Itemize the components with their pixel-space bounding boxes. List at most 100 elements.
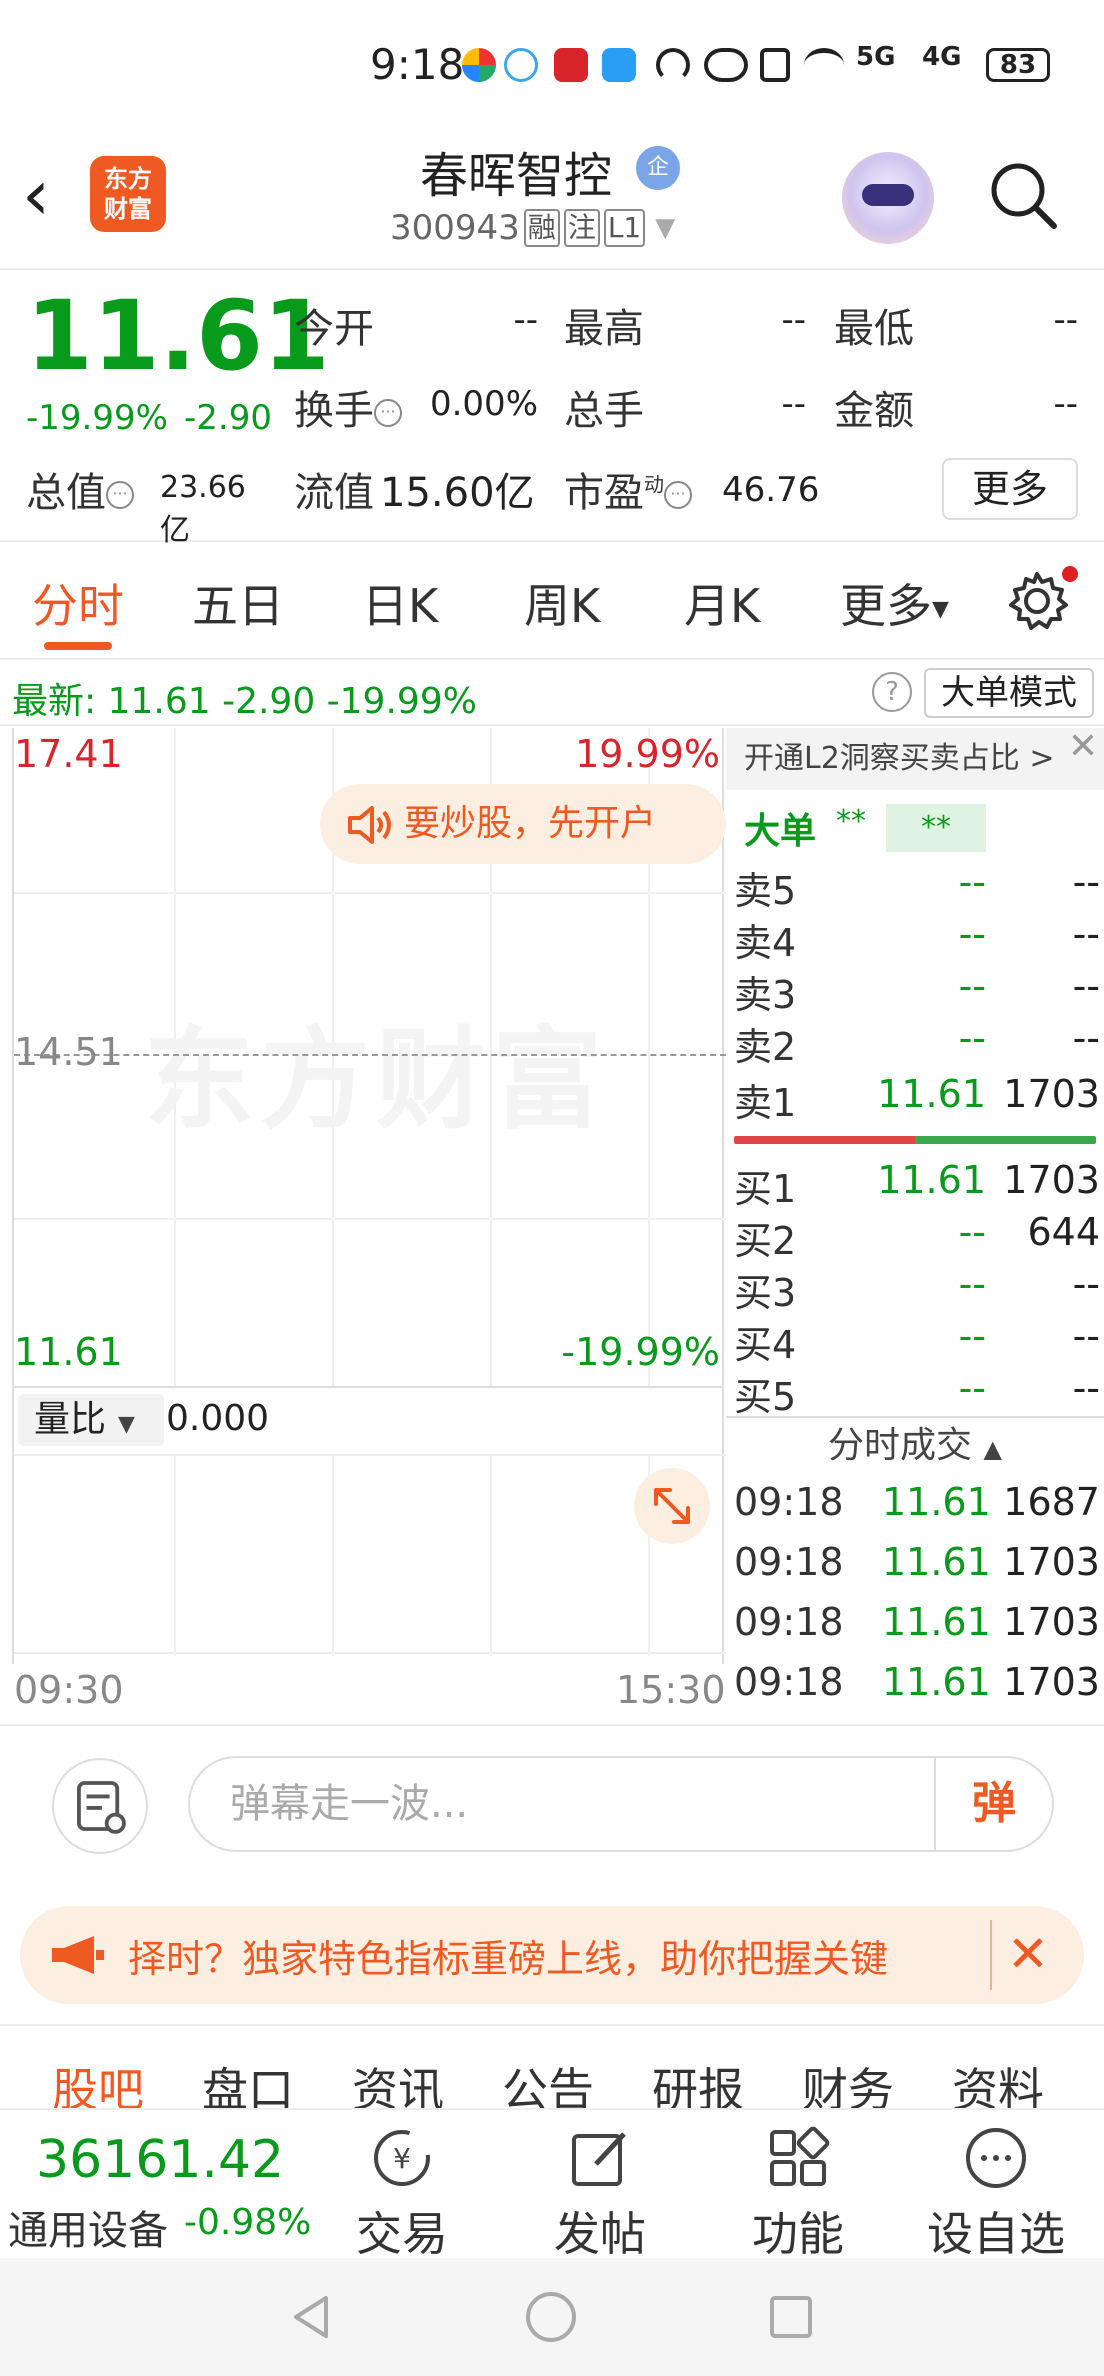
l2-upgrade-link[interactable]: 开通L2洞察买卖占比 > (726, 728, 1104, 790)
tab-monthly-k[interactable]: 月K (684, 570, 760, 636)
edit-icon (572, 2132, 626, 2186)
search-icon[interactable] (988, 160, 1058, 230)
wifi-icon (804, 48, 844, 82)
trade-row: 09:18 11.61 1703 (734, 1660, 1100, 1704)
tab-daily-k[interactable]: 日K (362, 570, 438, 636)
buy-sell-ratio-bar (734, 1136, 1096, 1144)
battery-icon: 83 (986, 48, 1050, 82)
high-value: -- (781, 300, 806, 340)
indicator-selector[interactable]: 量比 ▼ (18, 1394, 164, 1446)
grid-line (14, 1218, 726, 1220)
volume-ratio-chart[interactable]: 量比 ▼ 0.000 (12, 1386, 726, 1664)
close-banner-icon[interactable]: ✕ (990, 1920, 1064, 1990)
big-order-mode-button[interactable]: 大单模式 (924, 668, 1094, 718)
grid-line (14, 892, 726, 894)
nav-post[interactable]: 发帖 (520, 2124, 680, 2261)
turnover-label: 换手 ··· (294, 378, 402, 436)
more-dots-icon (966, 2128, 1026, 2188)
index-name: 通用设备 (8, 2208, 168, 2254)
stock-code-row[interactable]: 300943 融 注 L1 ▼ (390, 208, 675, 248)
bottom-bar: 36161.42 通用设备 -0.98% ¥ 交易 发帖 功能 设自选 (0, 2108, 1104, 2261)
open-account-promo[interactable]: 要炒股，先开户 (320, 784, 726, 864)
info-icon[interactable]: ··· (374, 399, 402, 427)
quote-panel: 11.61 -19.99% -2.90 今开 -- 最高 -- 最低 -- 换手… (0, 272, 1104, 548)
nav-add-watchlist[interactable]: 设自选 (916, 2124, 1076, 2261)
volume-label: 总手 (564, 388, 644, 434)
promo-banner[interactable]: 择时？独家特色指标重磅上线，助你把握关键 ✕ (20, 1906, 1084, 2004)
pe-value: 46.76 (722, 470, 820, 510)
system-back-icon[interactable] (286, 2292, 336, 2342)
app-logo[interactable]: 东方 财富 (90, 156, 166, 232)
logo-line-1: 东方 (104, 165, 152, 193)
info-icon[interactable]: ··· (106, 481, 134, 509)
trades-header[interactable]: 分时成交 ▲ (726, 1416, 1104, 1472)
latest-quote: 最新: 11.61 -2.90 -19.99% (12, 681, 477, 722)
gear-icon[interactable] (1006, 570, 1068, 632)
bid-row: 买5 -- -- (734, 1366, 1100, 1419)
speaker-icon (348, 806, 391, 844)
big-order-ratio: ** (886, 804, 986, 852)
more-button[interactable]: 更多 (942, 458, 1078, 520)
svg-text:¥: ¥ (393, 2142, 411, 2175)
bid-row: 买4 -- -- (734, 1314, 1100, 1367)
turnover-value: 0.00% (429, 384, 538, 424)
trade-row: 09:18 11.61 1703 (734, 1600, 1100, 1644)
bid-row: 买3 -- -- (734, 1262, 1100, 1315)
float-cap-label: 流值 (294, 470, 374, 516)
pe-label: 市盈动 ··· (564, 460, 692, 518)
nav-functions[interactable]: 功能 (718, 2124, 878, 2261)
close-icon[interactable]: ✕ (1062, 728, 1104, 770)
market-cap-label: 总值 ··· (26, 460, 134, 518)
high-label: 最高 (564, 306, 644, 352)
help-icon[interactable]: ? (872, 672, 912, 712)
signal-5g-icon: 5G (856, 42, 896, 72)
trade-row: 09:18 11.61 1687 (734, 1480, 1100, 1524)
change-percent: -19.99% (26, 398, 168, 438)
grid-line (490, 1456, 492, 1656)
margin-tag: 融 (523, 209, 560, 247)
ask-row: 卖3 -- -- (734, 964, 1100, 1017)
tab-five-day[interactable]: 五日 (192, 570, 284, 636)
intraday-chart[interactable]: 东方财富 17.41 19.99% 14.51 11.61 -19.99% 要炒… (12, 728, 726, 1386)
chevron-down-icon[interactable]: ▼ (655, 213, 675, 243)
volume-ratio-value: 0.000 (166, 1398, 270, 1439)
stock-name[interactable]: 春晖智控 (420, 136, 612, 206)
caret-up-icon: ▲ (983, 1435, 1002, 1463)
grid-line (174, 1456, 176, 1656)
message-icon (602, 48, 636, 82)
amount-label: 金额 (834, 388, 914, 434)
danmaku-input[interactable]: 弹幕走一波... (188, 1756, 1054, 1852)
time-end-label: 15:30 (616, 1668, 726, 1712)
tab-more[interactable]: 更多▼ (840, 570, 949, 636)
open-label: 今开 (294, 306, 374, 352)
amount-value: -- (1053, 384, 1078, 424)
tab-weekly-k[interactable]: 周K (524, 570, 600, 636)
back-icon[interactable]: ‹ (22, 160, 50, 230)
trade-row: 09:18 11.61 1703 (734, 1540, 1100, 1584)
info-icon[interactable]: ··· (664, 481, 692, 509)
top-pct-label: 19.99% (575, 732, 720, 776)
logo-line-2: 财富 (104, 195, 152, 223)
tab-intraday[interactable]: 分时 (32, 570, 124, 636)
yuan-cycle-icon: ¥ (374, 2130, 430, 2186)
signal-4g-icon: 4G (922, 42, 962, 72)
system-home-icon[interactable] (524, 2290, 578, 2344)
expand-icon[interactable] (634, 1468, 710, 1544)
index-value: 36161.42 (36, 2130, 285, 2190)
mid-price-label: 14.51 (14, 1030, 123, 1074)
active-tab-indicator (44, 642, 112, 650)
send-danmaku-button[interactable]: 弹 (934, 1758, 1052, 1850)
robot-assistant-avatar[interactable] (842, 152, 934, 244)
stock-code: 300943 (390, 208, 520, 248)
registration-tag: 注 (563, 209, 600, 247)
ask-row: 卖5 -- -- (734, 860, 1100, 913)
volume-value: -- (781, 384, 806, 424)
apps-icon (770, 2126, 830, 2186)
system-recents-icon[interactable] (766, 2292, 816, 2342)
volume-plot-area (14, 1454, 726, 1656)
pe-dynamic-sup: 动 (644, 472, 664, 497)
danmaku-settings-icon[interactable] (52, 1758, 148, 1854)
nav-trade[interactable]: ¥ 交易 (322, 2124, 482, 2261)
notification-dot (1062, 566, 1078, 582)
megaphone-icon (52, 1936, 104, 1974)
